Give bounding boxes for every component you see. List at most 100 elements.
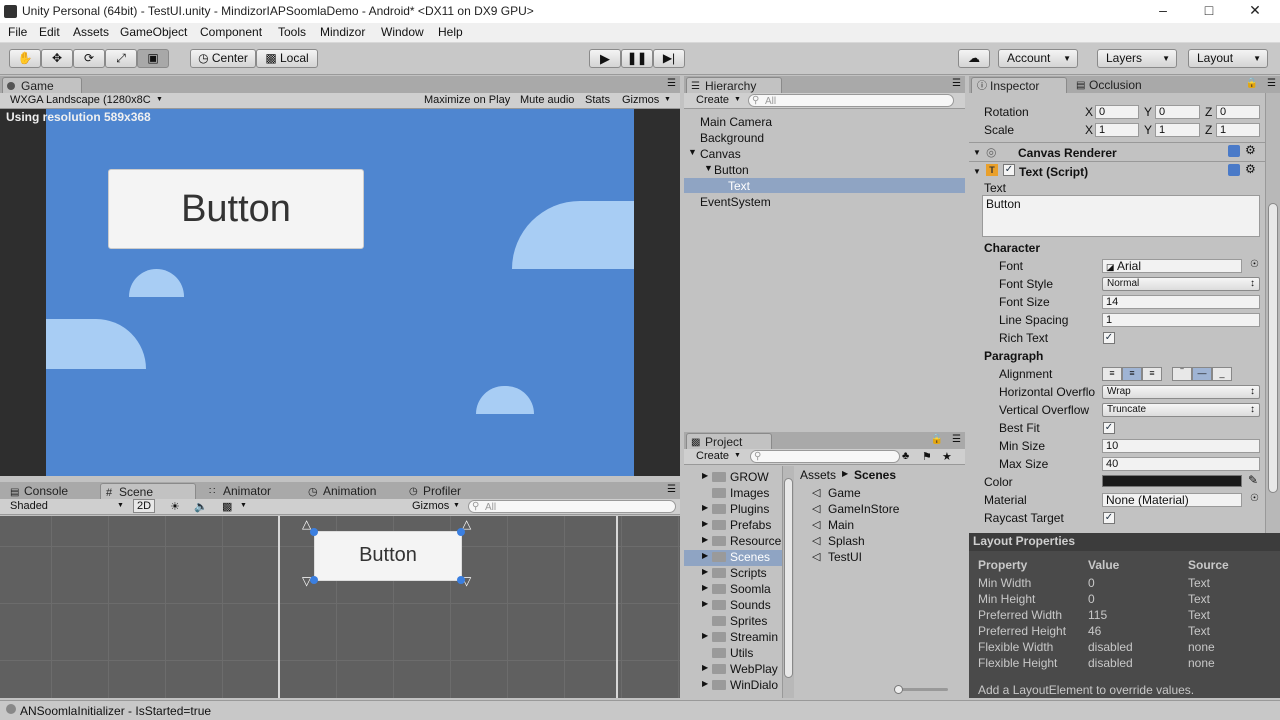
- menu-component[interactable]: Component: [200, 25, 262, 39]
- zoom-slider[interactable]: [894, 685, 948, 694]
- align-middle-button[interactable]: —: [1192, 367, 1212, 381]
- min-size-input[interactable]: 10: [1102, 439, 1260, 453]
- rich-text-checkbox[interactable]: ✓: [1103, 332, 1115, 344]
- vertical-overflow-dropdown[interactable]: Truncate ↕: [1102, 403, 1260, 417]
- lock-icon[interactable]: 🔒: [931, 434, 943, 445]
- font-size-input[interactable]: 14: [1102, 295, 1260, 309]
- rotation-y-input[interactable]: 0: [1155, 105, 1200, 119]
- favorite-star-icon[interactable]: ★: [942, 450, 952, 463]
- scene-search-input[interactable]: ⚲ All: [468, 500, 676, 513]
- status-message[interactable]: ANSoomlaInitializer - IsStarted=true: [20, 704, 211, 718]
- align-right-button[interactable]: ≡: [1142, 367, 1162, 381]
- scene-asset-item[interactable]: TestUI: [828, 550, 862, 564]
- game-gizmos-dropdown[interactable]: Gizmos: [622, 94, 659, 106]
- folder-item[interactable]: Utils: [730, 646, 753, 660]
- inspector-scrollbar[interactable]: [1265, 93, 1280, 533]
- folder-item[interactable]: Sprites: [730, 614, 767, 628]
- tab-animation[interactable]: ◷ Animation: [305, 483, 405, 500]
- gear-icon[interactable]: ⚙: [1245, 143, 1256, 157]
- align-center-button[interactable]: ≡: [1122, 367, 1142, 381]
- hierarchy-item[interactable]: Button: [714, 163, 749, 177]
- tab-animator[interactable]: ∷ Animator: [205, 483, 295, 500]
- cloud-button[interactable]: ☁: [958, 49, 990, 68]
- text-enabled-checkbox[interactable]: ✓: [1003, 164, 1015, 176]
- object-picker-icon[interactable]: ☉: [1250, 493, 1259, 504]
- play-button[interactable]: ▶: [589, 49, 621, 68]
- breadcrumb-assets[interactable]: Assets: [800, 468, 836, 482]
- tab-console[interactable]: ▤ Console: [6, 483, 86, 500]
- color-swatch[interactable]: [1102, 475, 1242, 487]
- lighting-toggle-icon[interactable]: ☀: [170, 500, 180, 513]
- mode-2d-toggle[interactable]: 2D: [133, 499, 155, 513]
- scale-y-input[interactable]: 1: [1155, 123, 1200, 137]
- menu-mindizor[interactable]: Mindizor: [320, 25, 365, 39]
- layout-properties-title[interactable]: Layout Properties: [969, 533, 1280, 551]
- filter-type-icon[interactable]: ♣: [902, 450, 909, 462]
- rotation-z-input[interactable]: 0: [1216, 105, 1260, 119]
- maximize-button[interactable]: □: [1194, 2, 1224, 18]
- rotation-x-input[interactable]: 0: [1095, 105, 1139, 119]
- scene-ui-button[interactable]: Button: [314, 531, 462, 581]
- layers-dropdown[interactable]: Layers ▼: [1097, 49, 1177, 68]
- gear-icon[interactable]: ⚙: [1245, 162, 1256, 176]
- panel-menu-icon[interactable]: ☰: [952, 78, 961, 89]
- stats-toggle[interactable]: Stats: [585, 94, 610, 106]
- folder-item[interactable]: Plugins: [730, 502, 769, 516]
- line-spacing-input[interactable]: 1: [1102, 313, 1260, 327]
- panel-menu-icon[interactable]: ☰: [667, 484, 676, 495]
- menu-edit[interactable]: Edit: [39, 25, 60, 39]
- shading-mode-dropdown[interactable]: Shaded: [10, 500, 48, 512]
- scene-asset-item[interactable]: Game: [828, 486, 861, 500]
- hierarchy-item[interactable]: Canvas: [700, 147, 741, 161]
- folder-item[interactable]: GROW: [730, 470, 769, 484]
- folder-item[interactable]: Prefabs: [730, 518, 771, 532]
- effects-image-icon[interactable]: ▩: [222, 500, 232, 513]
- tab-inspector[interactable]: ⓘ Inspector: [971, 77, 1067, 94]
- font-object-field[interactable]: ◪ Arial: [1102, 259, 1242, 273]
- scene-gizmos-dropdown[interactable]: Gizmos: [412, 500, 449, 512]
- scene-viewport[interactable]: Button △ △ ▽ ▽: [0, 516, 680, 698]
- hierarchy-item-selected[interactable]: Text: [728, 179, 750, 193]
- scrollbar-thumb[interactable]: [784, 478, 793, 678]
- folder-item[interactable]: Resource: [730, 534, 781, 548]
- folder-item[interactable]: Images: [730, 486, 769, 500]
- tab-game[interactable]: Game: [2, 77, 82, 94]
- align-bottom-button[interactable]: _: [1212, 367, 1232, 381]
- rect-tool-button[interactable]: ▣: [137, 49, 169, 68]
- expand-arrow-icon[interactable]: ▶: [702, 631, 708, 640]
- scale-z-input[interactable]: 1: [1216, 123, 1260, 137]
- maximize-on-play-toggle[interactable]: Maximize on Play: [424, 94, 510, 106]
- scene-asset-item[interactable]: Main: [828, 518, 854, 532]
- align-top-button[interactable]: ‾: [1172, 367, 1192, 381]
- expand-arrow-icon[interactable]: ▶: [702, 519, 708, 528]
- resize-handle[interactable]: [457, 528, 465, 536]
- horizontal-overflow-dropdown[interactable]: Wrap ↕: [1102, 385, 1260, 399]
- collapse-arrow-icon[interactable]: ▼: [973, 148, 981, 157]
- panel-menu-icon[interactable]: ☰: [667, 78, 676, 89]
- align-left-button[interactable]: ≡: [1102, 367, 1122, 381]
- menu-window[interactable]: Window: [381, 25, 424, 39]
- folder-item[interactable]: WinDialo: [730, 678, 778, 692]
- expand-arrow-icon[interactable]: ▼: [688, 147, 697, 157]
- expand-arrow-icon[interactable]: ▶: [702, 679, 708, 688]
- menu-help[interactable]: Help: [438, 25, 463, 39]
- game-viewport[interactable]: Button Using resolution 589x368: [0, 109, 680, 476]
- menu-assets[interactable]: Assets: [73, 25, 109, 39]
- project-create-dropdown[interactable]: Create: [696, 450, 729, 462]
- tab-scene[interactable]: # Scene: [100, 483, 196, 500]
- folder-item[interactable]: Sounds: [730, 598, 771, 612]
- resize-handle[interactable]: [457, 576, 465, 584]
- text-content-textarea[interactable]: Button: [982, 195, 1260, 237]
- minimize-button[interactable]: –: [1148, 2, 1178, 18]
- move-tool-button[interactable]: ✥: [41, 49, 73, 68]
- slider-knob[interactable]: [894, 685, 903, 694]
- layout-dropdown[interactable]: Layout ▼: [1188, 49, 1268, 68]
- project-tree-scrollbar[interactable]: [782, 466, 794, 698]
- hierarchy-item[interactable]: Main Camera: [700, 115, 772, 129]
- panel-menu-icon[interactable]: ☰: [1267, 78, 1276, 89]
- hierarchy-create-dropdown[interactable]: Create: [696, 94, 729, 106]
- step-button[interactable]: ▶|: [653, 49, 685, 68]
- max-size-input[interactable]: 40: [1102, 457, 1260, 471]
- tab-profiler[interactable]: ◷ Profiler: [405, 483, 495, 500]
- account-dropdown[interactable]: Account ▼: [998, 49, 1078, 68]
